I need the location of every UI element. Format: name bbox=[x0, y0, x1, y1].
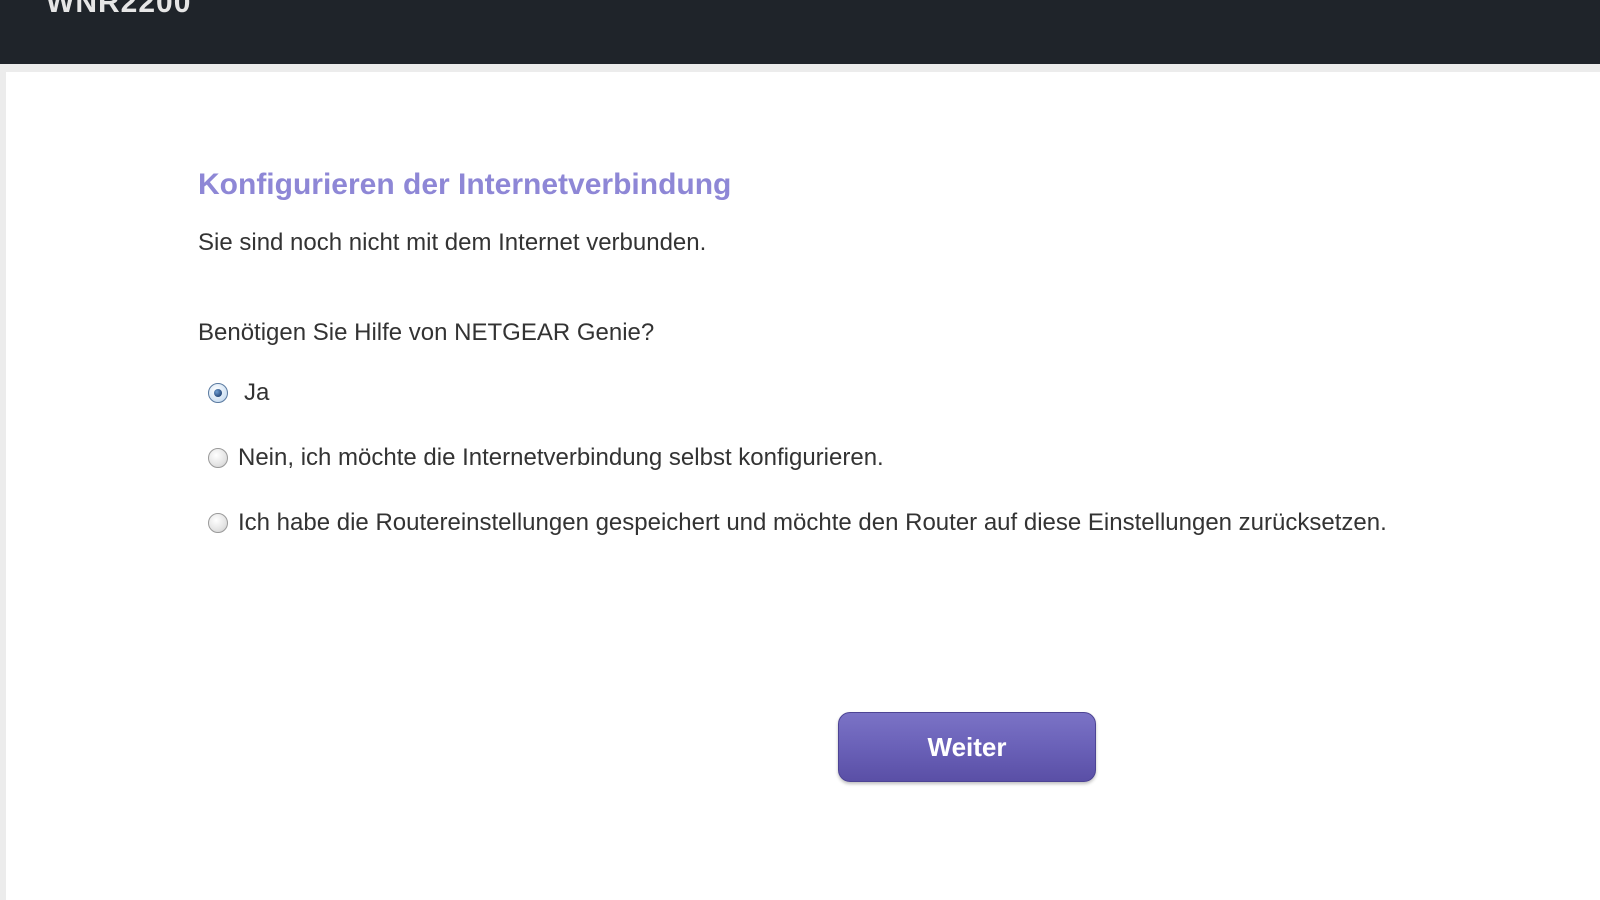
setup-options-group: Ja Nein, ich möchte die Internetverbindu… bbox=[198, 378, 1578, 538]
option-restore-settings[interactable]: Ich habe die Routereinstellungen gespeic… bbox=[198, 508, 1578, 538]
option-yes-label: Ja bbox=[244, 379, 270, 406]
option-no-manual[interactable]: Nein, ich möchte die Internetverbindung … bbox=[198, 443, 1578, 473]
page-title: Konfigurieren der Internetverbindung bbox=[198, 168, 732, 201]
option-yes[interactable]: Ja bbox=[198, 378, 1578, 408]
radio-restore-settings[interactable] bbox=[208, 513, 228, 533]
next-button[interactable]: Weiter bbox=[838, 712, 1096, 782]
setup-wizard: Konfigurieren der Internetverbindung Sie… bbox=[198, 166, 1578, 538]
option-no-manual-label: Nein, ich möchte die Internetverbindung … bbox=[238, 444, 884, 471]
content-panel: Konfigurieren der Internetverbindung Sie… bbox=[6, 72, 1600, 900]
radio-yes[interactable] bbox=[208, 383, 228, 403]
connection-status-text: Sie sind noch nicht mit dem Internet ver… bbox=[198, 229, 707, 256]
genie-help-question: Benötigen Sie Hilfe von NETGEAR Genie? bbox=[198, 319, 655, 346]
router-model-name: WNR2200 bbox=[46, 0, 192, 19]
radio-no-manual[interactable] bbox=[208, 448, 228, 468]
top-header-bar: WNR2200 bbox=[0, 0, 1600, 64]
option-restore-settings-label: Ich habe die Routereinstellungen gespeic… bbox=[238, 509, 1387, 536]
button-area: Weiter bbox=[838, 712, 1096, 782]
